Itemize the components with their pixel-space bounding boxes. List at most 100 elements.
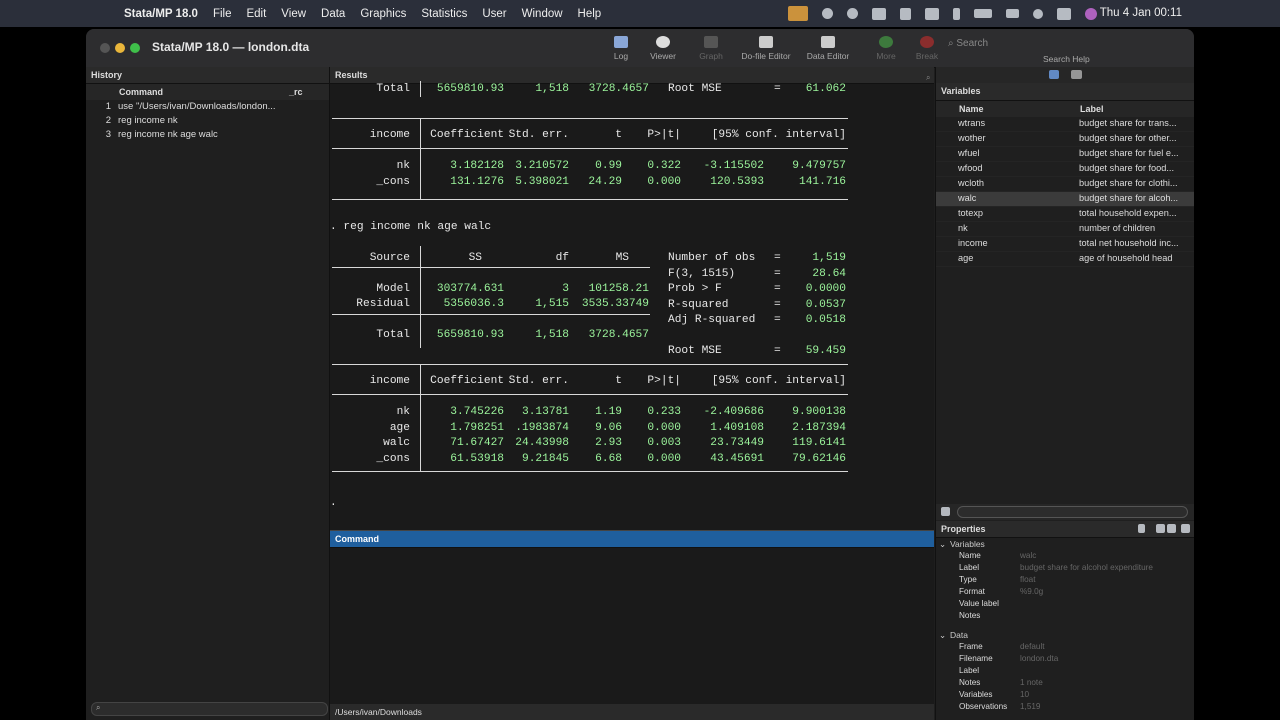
- command-input[interactable]: [330, 548, 934, 705]
- property-row[interactable]: Frame default: [936, 642, 1194, 654]
- coef-row-value: 5.398021: [515, 175, 569, 188]
- model-stat-eq: =: [774, 267, 781, 280]
- volume-icon[interactable]: [900, 7, 911, 20]
- property-row[interactable]: Value label: [936, 599, 1194, 611]
- properties-data-section[interactable]: ⌄ Data: [936, 629, 1194, 642]
- toolbar-data-editor-button[interactable]: Data Editor: [802, 36, 854, 61]
- property-row[interactable]: Format %9.0g: [936, 587, 1194, 599]
- property-row[interactable]: Notes 1 note: [936, 678, 1194, 690]
- menu-file[interactable]: File: [213, 8, 232, 20]
- property-row[interactable]: Filename london.dta: [936, 654, 1194, 666]
- grammarly-icon[interactable]: [847, 8, 858, 19]
- toolbar-viewer-button[interactable]: Viewer: [643, 36, 683, 61]
- variable-label: budget share for clothi...: [1079, 178, 1178, 188]
- more-icon: [879, 36, 893, 48]
- property-row[interactable]: Notes: [936, 611, 1194, 623]
- history-item[interactable]: 3 reg income nk age walc: [86, 128, 329, 142]
- history-item[interactable]: 1 use "/Users/ivan/Downloads/london...: [86, 100, 329, 114]
- display-icon[interactable]: [925, 7, 939, 20]
- coef-row-value: 23.73449: [710, 437, 764, 449]
- variable-row[interactable]: nk number of children: [936, 222, 1194, 237]
- history-col-command[interactable]: Command: [119, 87, 163, 97]
- coef-header-t: t: [615, 129, 622, 141]
- variable-row[interactable]: income total net household inc...: [936, 237, 1194, 252]
- variables-filter-input[interactable]: [957, 506, 1188, 518]
- property-key: Format: [959, 587, 985, 596]
- variables-col-name[interactable]: Name: [959, 104, 984, 114]
- variable-row[interactable]: totexp total household expen...: [936, 207, 1194, 222]
- anova-row-ms: 101258.21: [588, 283, 649, 295]
- minimize-window-button[interactable]: [115, 43, 125, 53]
- lock-icon[interactable]: [1138, 524, 1145, 533]
- history-item[interactable]: 2 reg income nk: [86, 114, 329, 128]
- table-rule: [332, 118, 848, 119]
- menu-icon[interactable]: [1181, 524, 1190, 533]
- filter-icon[interactable]: [941, 507, 950, 516]
- results-panel: Results ⌕ Total 5659810.93 1,518 3728.46…: [330, 67, 934, 546]
- variable-row[interactable]: walc budget share for alcoh...: [936, 192, 1194, 207]
- zoom-window-button[interactable]: [130, 43, 140, 53]
- close-window-button[interactable]: [100, 43, 110, 53]
- table-rule: [332, 267, 650, 268]
- history-col-rc[interactable]: _rc: [289, 87, 303, 97]
- variable-row[interactable]: wfuel budget share for fuel e...: [936, 147, 1194, 162]
- toolbar-more-button[interactable]: More: [872, 36, 900, 61]
- coef-row-value: 0.233: [647, 406, 681, 418]
- folder-icon[interactable]: [1071, 70, 1082, 79]
- next-arrow-icon[interactable]: [1167, 524, 1176, 533]
- property-value: float: [1020, 575, 1036, 584]
- property-row[interactable]: Observations 1,519: [936, 702, 1194, 714]
- menu-app-name[interactable]: Stata/MP 18.0: [124, 8, 198, 20]
- menu-clock[interactable]: Thu 4 Jan 00:11: [1100, 7, 1182, 19]
- menu-user[interactable]: User: [482, 8, 506, 20]
- menu-graphics[interactable]: Graphics: [360, 8, 406, 20]
- menu-view[interactable]: View: [281, 8, 306, 20]
- menu-edit[interactable]: Edit: [246, 8, 266, 20]
- toolbar-graph-button[interactable]: Graph: [694, 36, 728, 61]
- toolbar-break-button[interactable]: Break: [912, 36, 942, 61]
- variables-toolbar: [936, 67, 1194, 83]
- history-filter-input[interactable]: ⌕: [91, 702, 328, 716]
- results-search-icon[interactable]: ⌕: [926, 73, 930, 83]
- microphone-icon[interactable]: [788, 6, 808, 21]
- menu-help[interactable]: Help: [578, 8, 602, 20]
- battery-icon[interactable]: [974, 9, 992, 18]
- property-row[interactable]: Name walc: [936, 551, 1194, 563]
- property-row[interactable]: Label: [936, 666, 1194, 678]
- menu-data[interactable]: Data: [321, 8, 345, 20]
- property-row[interactable]: Label budget share for alcohol expenditur…: [936, 563, 1194, 575]
- property-row[interactable]: Variables 10: [936, 690, 1194, 702]
- coef-row-value: -3.115502: [703, 160, 764, 172]
- anova-source-header: Source: [369, 252, 410, 264]
- variable-row[interactable]: age age of household head: [936, 252, 1194, 267]
- menu-statistics[interactable]: Statistics: [421, 8, 467, 20]
- variables-view-icon[interactable]: [1049, 70, 1059, 79]
- variable-name: wtrans: [958, 118, 986, 128]
- siri-icon[interactable]: [1085, 7, 1097, 20]
- property-row[interactable]: Type float: [936, 575, 1194, 587]
- cloud-icon[interactable]: [872, 7, 886, 20]
- variable-row[interactable]: wfood budget share for food...: [936, 162, 1194, 177]
- wifi-icon[interactable]: [1006, 9, 1019, 18]
- variable-row[interactable]: wtrans budget share for trans...: [936, 117, 1194, 132]
- properties-variables-section[interactable]: ⌄ Variables: [936, 538, 1194, 551]
- variables-col-label[interactable]: Label: [1080, 104, 1104, 114]
- search-field[interactable]: ⌕ Search: [948, 38, 988, 49]
- coef-row-value: 119.6141: [792, 437, 846, 449]
- bluetooth-icon[interactable]: [953, 7, 960, 20]
- menu-window[interactable]: Window: [522, 8, 563, 20]
- working-directory: /Users/ivan/Downloads: [330, 704, 934, 720]
- control-center-icon[interactable]: [1057, 7, 1071, 20]
- toolbar-dofile-editor-button[interactable]: Do-file Editor: [736, 36, 796, 61]
- coef-row-value: -2.409686: [703, 406, 764, 418]
- coef-header-ci: [95% conf. interval]: [711, 129, 846, 141]
- anova-row-label: Residual: [356, 298, 410, 310]
- toolbar-graph-label: Graph: [699, 51, 723, 61]
- variable-row[interactable]: wcloth budget share for clothi...: [936, 177, 1194, 192]
- record-icon[interactable]: [822, 8, 833, 19]
- spotlight-search-icon[interactable]: [1033, 8, 1043, 19]
- prev-arrow-icon[interactable]: [1156, 524, 1165, 533]
- anova-df-header: df: [555, 252, 569, 264]
- variable-row[interactable]: wother budget share for other...: [936, 132, 1194, 147]
- toolbar-log-button[interactable]: Log: [606, 36, 636, 61]
